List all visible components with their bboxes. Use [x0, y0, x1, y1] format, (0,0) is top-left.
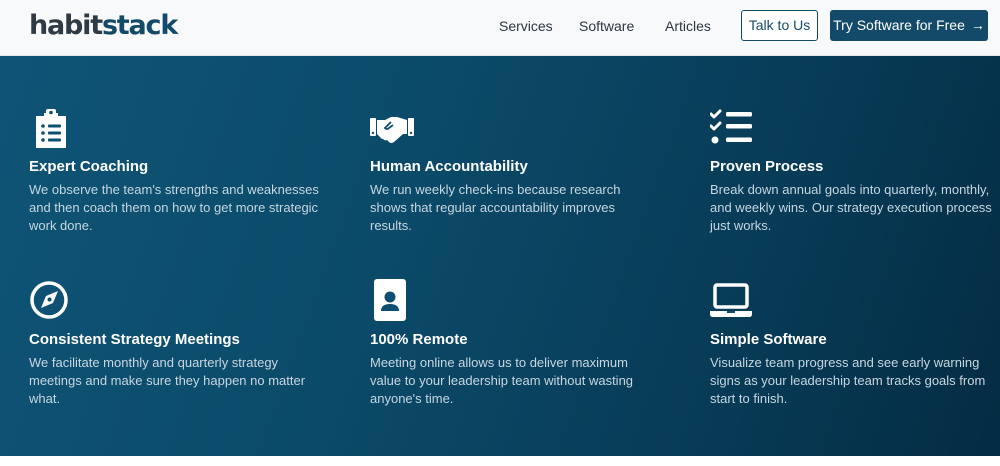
- feature-description: We observe the team's strengths and weak…: [29, 182, 319, 233]
- feature-simple-software: Simple Software Visualize team progress …: [710, 279, 1000, 406]
- feature-100-remote: 100% Remote Meeting online allows us to …: [370, 279, 660, 406]
- arrow-right-icon: →: [970, 17, 985, 33]
- laptop-icon: [710, 283, 752, 317]
- clipboard-list-icon: [36, 109, 66, 148]
- nav-link-software[interactable]: Software: [579, 17, 634, 35]
- nav-link-articles[interactable]: Articles: [665, 17, 711, 35]
- feature-expert-coaching: Expert Coaching We observe the team's st…: [29, 106, 319, 233]
- feature-title: Proven Process: [710, 158, 824, 175]
- site-header: habitstack Services Software Articles Ta…: [0, 0, 1000, 56]
- logo-part-habit: habit: [29, 10, 103, 41]
- feature-title: Simple Software: [710, 331, 827, 348]
- feature-description: We run weekly check-ins because research…: [370, 182, 621, 233]
- features-section: Expert Coaching We observe the team's st…: [0, 56, 1000, 456]
- id-badge-icon: [374, 279, 406, 321]
- feature-description: Visualize team progress and see early wa…: [710, 355, 986, 406]
- page-bottom-edge: [0, 456, 1000, 466]
- feature-human-accountability: Human Accountability We run weekly check…: [370, 106, 660, 233]
- talk-to-us-button[interactable]: Talk to Us: [741, 10, 818, 41]
- feature-title: Expert Coaching: [29, 158, 149, 175]
- feature-description: Meeting online allows us to deliver maxi…: [370, 355, 634, 406]
- feature-description: We facilitate monthly and quarterly stra…: [29, 355, 306, 406]
- nav-link-services[interactable]: Services: [499, 17, 553, 35]
- feature-consistent-strategy-meetings: Consistent Strategy Meetings We facilita…: [29, 279, 319, 406]
- feature-title: 100% Remote: [370, 331, 468, 348]
- try-software-button[interactable]: Try Software for Free →: [830, 10, 988, 41]
- feature-title: Human Accountability: [370, 158, 528, 175]
- habitstack-logo[interactable]: habitstack: [29, 10, 178, 42]
- try-software-button-label: Try Software for Free: [833, 17, 965, 33]
- logo-part-stack: stack: [101, 10, 178, 41]
- feature-title: Consistent Strategy Meetings: [29, 331, 240, 348]
- handshake-icon: [370, 117, 414, 143]
- feature-description: Break down annual goals into quarterly, …: [710, 182, 992, 233]
- feature-proven-process: Proven Process Break down annual goals i…: [710, 106, 1000, 233]
- checklist-icon: [710, 109, 752, 144]
- compass-icon: [30, 281, 68, 319]
